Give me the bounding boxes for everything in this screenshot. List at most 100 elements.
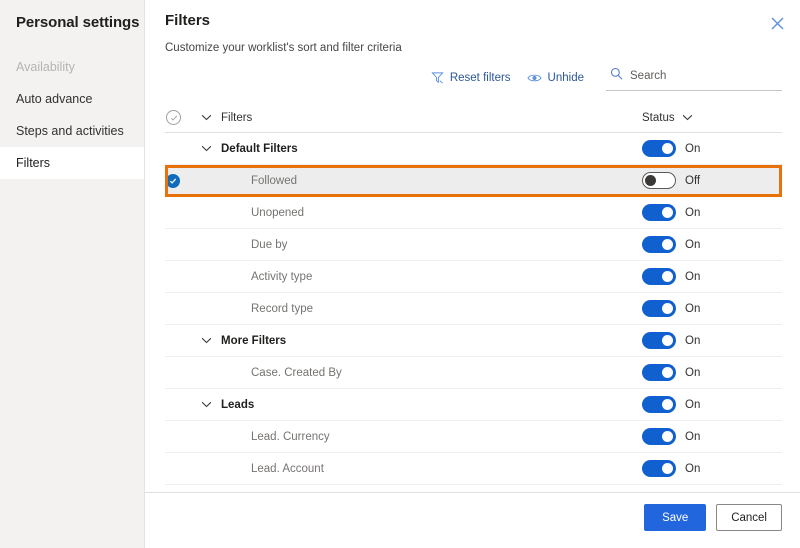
sidebar-item-filters[interactable]: Filters (0, 147, 144, 179)
row-status-cell: On (642, 300, 782, 317)
toggle-knob (662, 463, 673, 474)
table-body: Default Filters On Followed Off Unopened On Du… (165, 133, 782, 485)
sidebar-item-label: Availability (16, 59, 75, 74)
status-toggle[interactable] (642, 236, 676, 253)
select-all-cell[interactable] (165, 110, 191, 125)
eye-icon (526, 72, 542, 84)
table-row-lead-currency[interactable]: Lead. Currency On (165, 421, 782, 453)
status-label: On (685, 430, 701, 443)
row-name: Leads (221, 398, 255, 411)
sidebar-item-label: Auto advance (16, 91, 93, 106)
column-header-filters[interactable]: Filters (221, 112, 642, 124)
status-label: On (685, 462, 701, 475)
reset-filters-button[interactable]: Reset filters (423, 67, 519, 88)
check-circle-icon (166, 110, 181, 125)
table-row[interactable]: Record type On (165, 293, 782, 325)
table-row-unopened[interactable]: Unopened On (165, 197, 782, 229)
status-label: On (685, 302, 701, 315)
sidebar-item-label: Steps and activities (16, 123, 124, 138)
sidebar: Personal settings Availability Auto adva… (0, 0, 145, 548)
chevron-down-icon (201, 337, 211, 344)
chevron-down-icon (201, 401, 211, 408)
row-name: More Filters (221, 334, 287, 347)
table-row-lead-account[interactable]: Lead. Account On (165, 453, 782, 485)
table-row[interactable]: Case. Created By On (165, 357, 782, 389)
toggle-knob (662, 431, 673, 442)
sidebar-title: Personal settings (16, 14, 140, 31)
panel-header: Filters Customize your worklist's sort a… (145, 0, 800, 54)
table-row-case-created-by[interactable]: Case. Created By On (165, 357, 782, 389)
status-label: On (685, 270, 701, 283)
chevron-down-icon (682, 114, 692, 121)
status-toggle[interactable] (642, 204, 676, 221)
status-toggle[interactable] (642, 140, 676, 157)
table-row[interactable]: Due by On (165, 229, 782, 261)
table-row[interactable]: Unopened On (165, 197, 782, 229)
row-select-cell[interactable] (165, 173, 191, 188)
table-row[interactable]: Lead. Account On (165, 453, 782, 485)
chevron-down-icon (201, 145, 211, 152)
close-button[interactable] (764, 10, 790, 36)
table-row-due-by[interactable]: Due by On (165, 229, 782, 261)
table-row-followed[interactable]: Followed Off (165, 165, 782, 197)
table-row[interactable]: Followed Off (165, 165, 782, 197)
status-toggle[interactable] (642, 364, 676, 381)
close-icon (771, 17, 783, 29)
status-label: On (685, 334, 701, 347)
table-header-row: Filters Status (165, 103, 782, 133)
row-name: Default Filters (221, 142, 298, 155)
column-header-status[interactable]: Status (642, 112, 782, 124)
row-name: Activity type (251, 270, 313, 283)
page-title: Filters (165, 12, 211, 29)
personal-settings-window: Personal settings Availability Auto adva… (0, 0, 800, 548)
status-toggle[interactable] (642, 460, 676, 477)
row-expand-chevron[interactable] (191, 337, 221, 344)
cancel-button[interactable]: Cancel (716, 504, 782, 531)
status-toggle[interactable] (642, 396, 676, 413)
table-row[interactable]: Activity type On (165, 261, 782, 293)
table-row-default-filters[interactable]: Default Filters On (165, 133, 782, 165)
search-box[interactable] (606, 64, 782, 91)
sidebar-item-availability[interactable]: Availability (0, 51, 144, 83)
toggle-knob (662, 271, 673, 282)
table-row-more-filters[interactable]: More Filters On (165, 325, 782, 357)
sidebar-item-label: Filters (16, 155, 51, 170)
save-button[interactable]: Save (644, 504, 707, 531)
row-expand-chevron[interactable] (191, 401, 221, 408)
sidebar-item-auto-advance[interactable]: Auto advance (0, 83, 144, 115)
status-toggle[interactable] (642, 332, 676, 349)
toggle-knob (662, 335, 673, 346)
command-bar: Reset filters Unhide (145, 54, 800, 91)
row-status-cell: On (642, 236, 782, 253)
dialog-footer: Save Cancel (145, 492, 800, 548)
search-input[interactable] (630, 70, 780, 82)
sidebar-nav: Availability Auto advance Steps and acti… (0, 51, 144, 179)
table-row[interactable]: Leads On (165, 389, 782, 421)
status-toggle[interactable] (642, 300, 676, 317)
toggle-knob (662, 239, 673, 250)
status-toggle[interactable] (642, 428, 676, 445)
row-name: Lead. Currency (251, 430, 330, 443)
row-name: Case. Created By (251, 366, 342, 379)
reset-filters-label: Reset filters (449, 71, 511, 84)
status-label: On (685, 206, 701, 219)
table-row-activity-type[interactable]: Activity type On (165, 261, 782, 293)
expand-all-chevron[interactable] (191, 114, 221, 121)
row-name: Due by (251, 238, 288, 251)
status-toggle[interactable] (642, 172, 676, 189)
table-row[interactable]: More Filters On (165, 325, 782, 357)
table-row-leads[interactable]: Leads On (165, 389, 782, 421)
toggle-knob (662, 303, 673, 314)
table-row[interactable]: Default Filters On (165, 133, 782, 165)
chevron-down-icon (201, 114, 211, 121)
row-status-cell: On (642, 204, 782, 221)
filter-reset-icon (431, 71, 444, 84)
status-toggle[interactable] (642, 268, 676, 285)
row-status-cell: On (642, 364, 782, 381)
table-row[interactable]: Lead. Currency On (165, 421, 782, 453)
unhide-button[interactable]: Unhide (519, 68, 592, 88)
row-expand-chevron[interactable] (191, 145, 221, 152)
table-row-record-type[interactable]: Record type On (165, 293, 782, 325)
sidebar-item-steps-and-activities[interactable]: Steps and activities (0, 115, 144, 147)
row-status-cell: On (642, 332, 782, 349)
